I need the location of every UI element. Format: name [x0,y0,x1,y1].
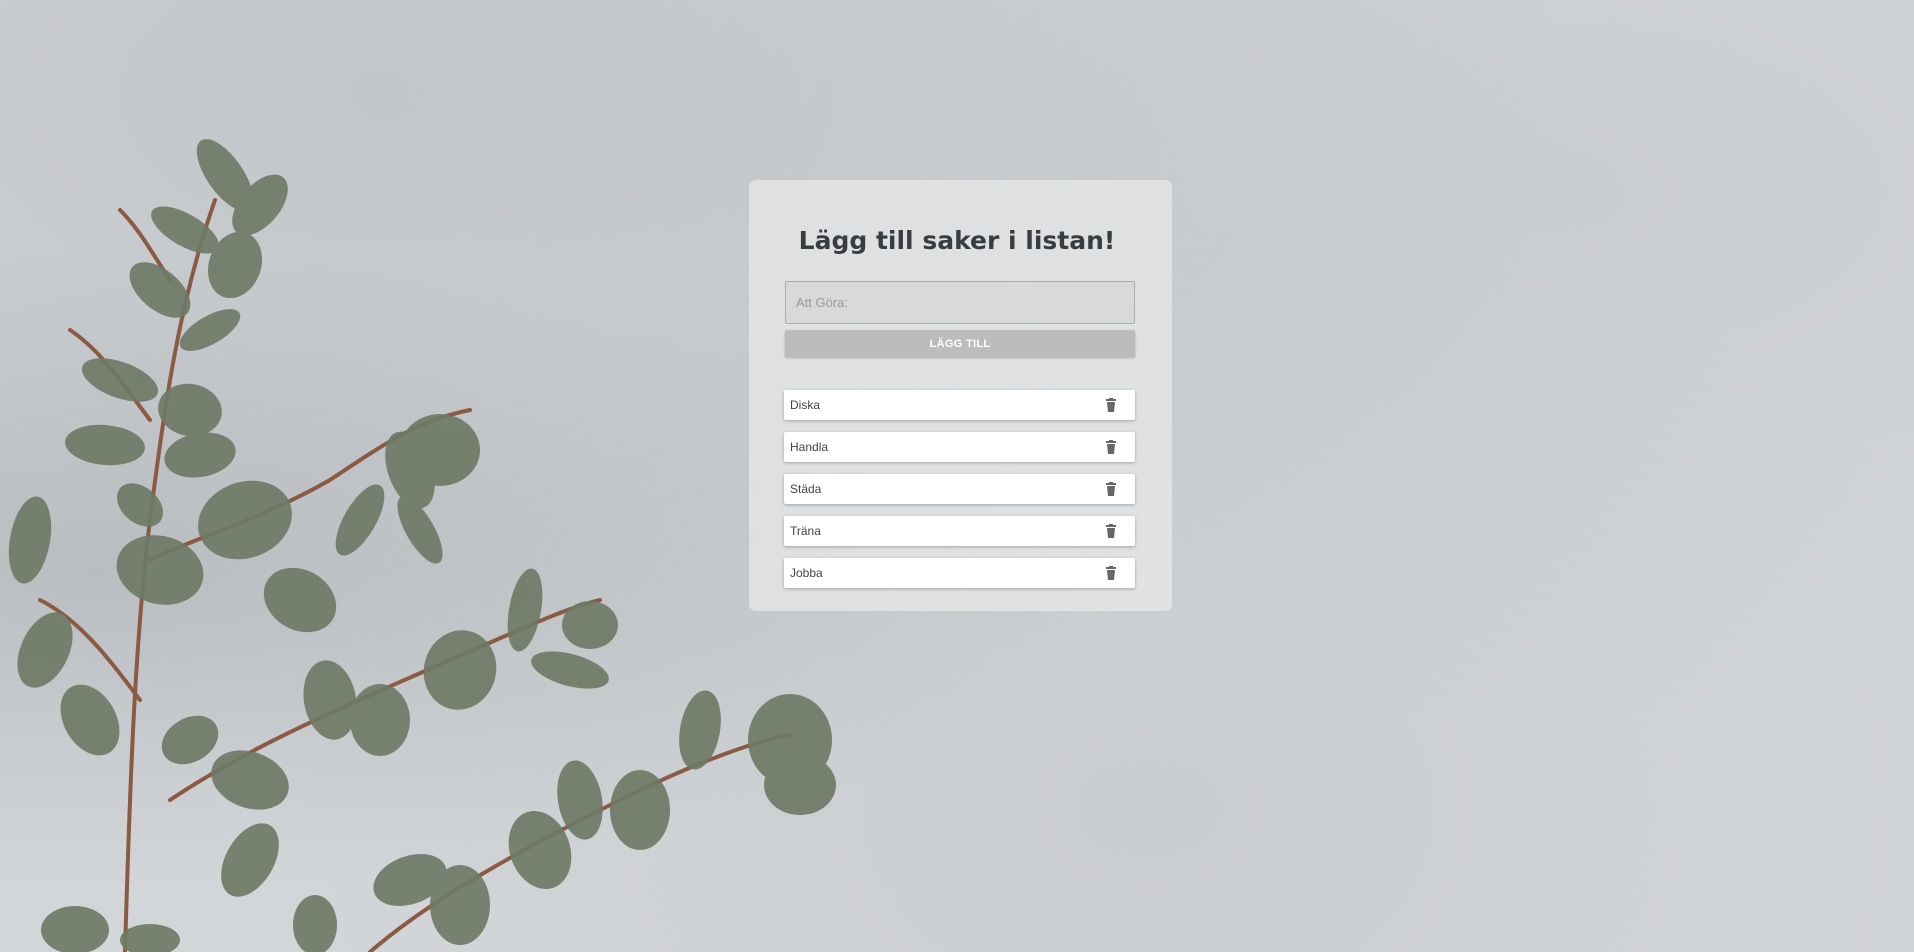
todo-input[interactable] [785,281,1135,324]
list-item: Jobba [784,558,1135,588]
list-item-label: Diska [790,398,821,412]
trash-icon[interactable] [1103,397,1119,413]
list-item: Städa [784,474,1135,504]
todo-list: Diska Handla Städa Träna Jobba [784,390,1135,600]
list-item-label: Städa [790,482,822,496]
trash-icon[interactable] [1103,481,1119,497]
add-button[interactable]: LÄGG TILL [785,330,1135,357]
trash-icon[interactable] [1103,523,1119,539]
list-item: Diska [784,390,1135,420]
page-title: Lägg till saker i listan! [798,226,1116,255]
list-item-label: Träna [790,524,821,538]
trash-icon[interactable] [1103,439,1119,455]
list-item-label: Jobba [790,566,823,580]
list-item-label: Handla [790,440,829,454]
trash-icon[interactable] [1103,565,1119,581]
list-item: Handla [784,432,1135,462]
list-item: Träna [784,516,1135,546]
